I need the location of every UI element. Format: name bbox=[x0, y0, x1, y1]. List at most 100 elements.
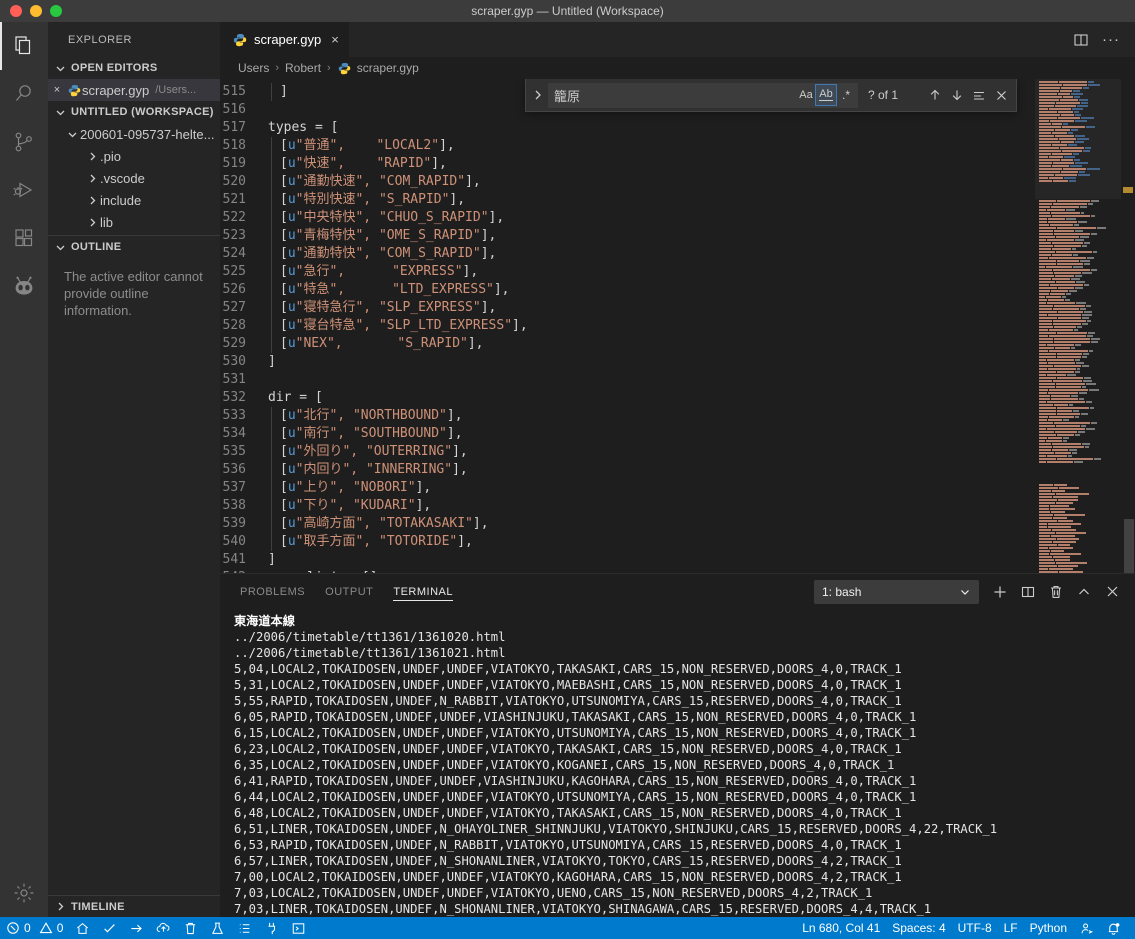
pio-serial-monitor-button[interactable] bbox=[258, 917, 285, 939]
platformio-upload-ota-icon bbox=[156, 921, 171, 936]
status-indentation[interactable]: Spaces: 4 bbox=[886, 917, 951, 939]
activity-item-search[interactable] bbox=[0, 70, 48, 118]
minimap-line bbox=[1035, 538, 1079, 540]
activity-item-manage-settings[interactable] bbox=[0, 869, 48, 917]
new-terminal-button[interactable] bbox=[987, 579, 1013, 605]
split-terminal-button[interactable] bbox=[1015, 579, 1041, 605]
extensions-icon bbox=[12, 226, 36, 250]
pio-test-button[interactable] bbox=[204, 917, 231, 939]
editor-scrollbar-thumb[interactable] bbox=[1124, 519, 1134, 573]
find-next-button[interactable] bbox=[946, 84, 968, 106]
breadcrumb-item-users[interactable]: Users bbox=[238, 61, 269, 75]
minimap-line bbox=[1035, 284, 1089, 286]
minimap-line bbox=[1035, 90, 1080, 92]
breadcrumb-item-file[interactable]: scraper.gyp bbox=[337, 61, 419, 75]
tab-scraper-gyp[interactable]: scraper.gyp × bbox=[220, 22, 350, 57]
close-window-button[interactable] bbox=[10, 5, 22, 17]
terminal-output[interactable]: 東海道本線 ../2006/timetable/tt1361/1361020.ht… bbox=[220, 609, 1135, 917]
line-number: 535 bbox=[222, 444, 246, 459]
status-problems[interactable]: 0 0 bbox=[0, 917, 69, 939]
minimap-line bbox=[1035, 511, 1065, 513]
find-in-selection-button[interactable] bbox=[968, 84, 990, 106]
minimap-line bbox=[1035, 260, 1091, 262]
section-timeline[interactable]: TIMELINE bbox=[48, 895, 220, 917]
pio-terminal-button[interactable] bbox=[285, 917, 312, 939]
pio-home-button[interactable] bbox=[69, 917, 96, 939]
status-cursor-position[interactable]: Ln 680, Col 41 bbox=[796, 917, 886, 939]
regex-toggle[interactable]: .* bbox=[836, 85, 856, 105]
minimap-line bbox=[1035, 299, 1071, 301]
status-feedback-button[interactable] bbox=[1073, 917, 1100, 939]
status-encoding[interactable]: UTF-8 bbox=[952, 917, 998, 939]
workspace-root-folder[interactable]: 200601-095737-helte... bbox=[48, 123, 220, 145]
status-notifications-button[interactable] bbox=[1100, 917, 1127, 939]
terminal-line: 6,48,LOCAL2,TOKAIDOSEN,UNDEF,UNDEF,VIATO… bbox=[234, 806, 902, 820]
split-editor-button[interactable] bbox=[1067, 26, 1095, 54]
maximize-window-button[interactable] bbox=[50, 5, 62, 17]
window-title: scraper.gyp — Untitled (Workspace) bbox=[471, 4, 664, 18]
minimap-line bbox=[1035, 144, 1077, 146]
find-widget[interactable]: Aa Ab .* ? of 1 bbox=[525, 79, 1017, 112]
section-open-editors[interactable]: OPEN EDITORS bbox=[48, 57, 220, 79]
whole-word-toggle[interactable]: Ab bbox=[815, 84, 837, 106]
tab-close-icon[interactable]: × bbox=[331, 32, 339, 47]
pio-clean-button[interactable] bbox=[177, 917, 204, 939]
terminal-selector[interactable]: 1: bash bbox=[814, 579, 979, 604]
minimize-window-button[interactable] bbox=[30, 5, 42, 17]
status-eol[interactable]: LF bbox=[998, 917, 1024, 939]
code-lines[interactable]: 515] 516 517 types = [518 [u"普通", "LOCAL2"],… bbox=[220, 79, 1035, 573]
search-icon bbox=[12, 82, 36, 106]
minimap-line bbox=[1035, 236, 1089, 238]
code-editor[interactable]: 515] 516 517 types = [518 [u"普通", "LOCAL2"],… bbox=[220, 79, 1135, 573]
minimap-line bbox=[1035, 302, 1086, 304]
folder-label: 200601-095737-helte... bbox=[80, 126, 215, 142]
code-line: 517 types = [ bbox=[220, 119, 1035, 137]
platformio-build-icon bbox=[102, 921, 117, 936]
pio-upload-ota-button[interactable] bbox=[150, 917, 177, 939]
code-text: [u"NEX", "S_RAPID"], bbox=[280, 336, 484, 351]
find-input-wrapper[interactable]: Aa Ab .* bbox=[548, 82, 858, 108]
tab-terminal[interactable]: TERMINAL bbox=[393, 574, 453, 609]
platformio-serial-monitor-icon bbox=[264, 921, 279, 936]
toggle-replace-button[interactable] bbox=[528, 79, 548, 112]
activity-item-run-debug[interactable] bbox=[0, 166, 48, 214]
section-label: TIMELINE bbox=[71, 900, 125, 913]
folder-item-pio[interactable]: .pio bbox=[48, 145, 220, 167]
breadcrumb-item-robert[interactable]: Robert bbox=[285, 61, 321, 75]
code-text: [u"下り", "KUDARI"], bbox=[280, 498, 432, 513]
pio-build-button[interactable] bbox=[96, 917, 123, 939]
find-close-button[interactable] bbox=[990, 84, 1012, 106]
pio-tasks-button[interactable] bbox=[231, 917, 258, 939]
activity-item-explorer[interactable] bbox=[0, 22, 48, 70]
kill-terminal-button[interactable] bbox=[1043, 579, 1069, 605]
find-input[interactable] bbox=[554, 87, 796, 103]
minimap-line bbox=[1035, 338, 1101, 340]
find-previous-button[interactable] bbox=[924, 84, 946, 106]
window-controls[interactable] bbox=[0, 5, 62, 17]
close-panel-button[interactable] bbox=[1099, 579, 1125, 605]
tab-output[interactable]: OUTPUT bbox=[325, 574, 373, 609]
activity-item-extensions[interactable] bbox=[0, 214, 48, 262]
arrow-up-icon bbox=[928, 88, 942, 102]
close-icon[interactable]: × bbox=[48, 84, 66, 96]
minimap-line bbox=[1035, 353, 1089, 355]
match-case-toggle[interactable]: Aa bbox=[796, 85, 816, 105]
activity-item-source-control[interactable] bbox=[0, 118, 48, 166]
folder-item-include[interactable]: include bbox=[48, 189, 220, 211]
section-outline[interactable]: OUTLINE bbox=[48, 236, 220, 258]
minimap-line bbox=[1035, 443, 1091, 445]
activity-item-platformio[interactable] bbox=[0, 262, 48, 310]
open-editor-item[interactable]: × scraper.gyp /Users... bbox=[48, 79, 220, 101]
section-workspace[interactable]: UNTITLED (WORKSPACE) bbox=[48, 101, 220, 123]
code-text: [u"寝台特急", "SLP_LTD_EXPRESS"], bbox=[280, 318, 528, 333]
maximize-panel-button[interactable] bbox=[1071, 579, 1097, 605]
more-actions-button[interactable]: ··· bbox=[1097, 26, 1125, 54]
pio-upload-button[interactable] bbox=[123, 917, 150, 939]
folder-item-vscode[interactable]: .vscode bbox=[48, 167, 220, 189]
status-language-mode[interactable]: Python bbox=[1024, 917, 1073, 939]
folder-item-lib[interactable]: lib bbox=[48, 211, 220, 233]
tab-problems[interactable]: PROBLEMS bbox=[240, 574, 305, 609]
minimap[interactable] bbox=[1035, 79, 1135, 573]
minimap-line bbox=[1035, 398, 1085, 400]
indent-guide bbox=[268, 425, 280, 443]
